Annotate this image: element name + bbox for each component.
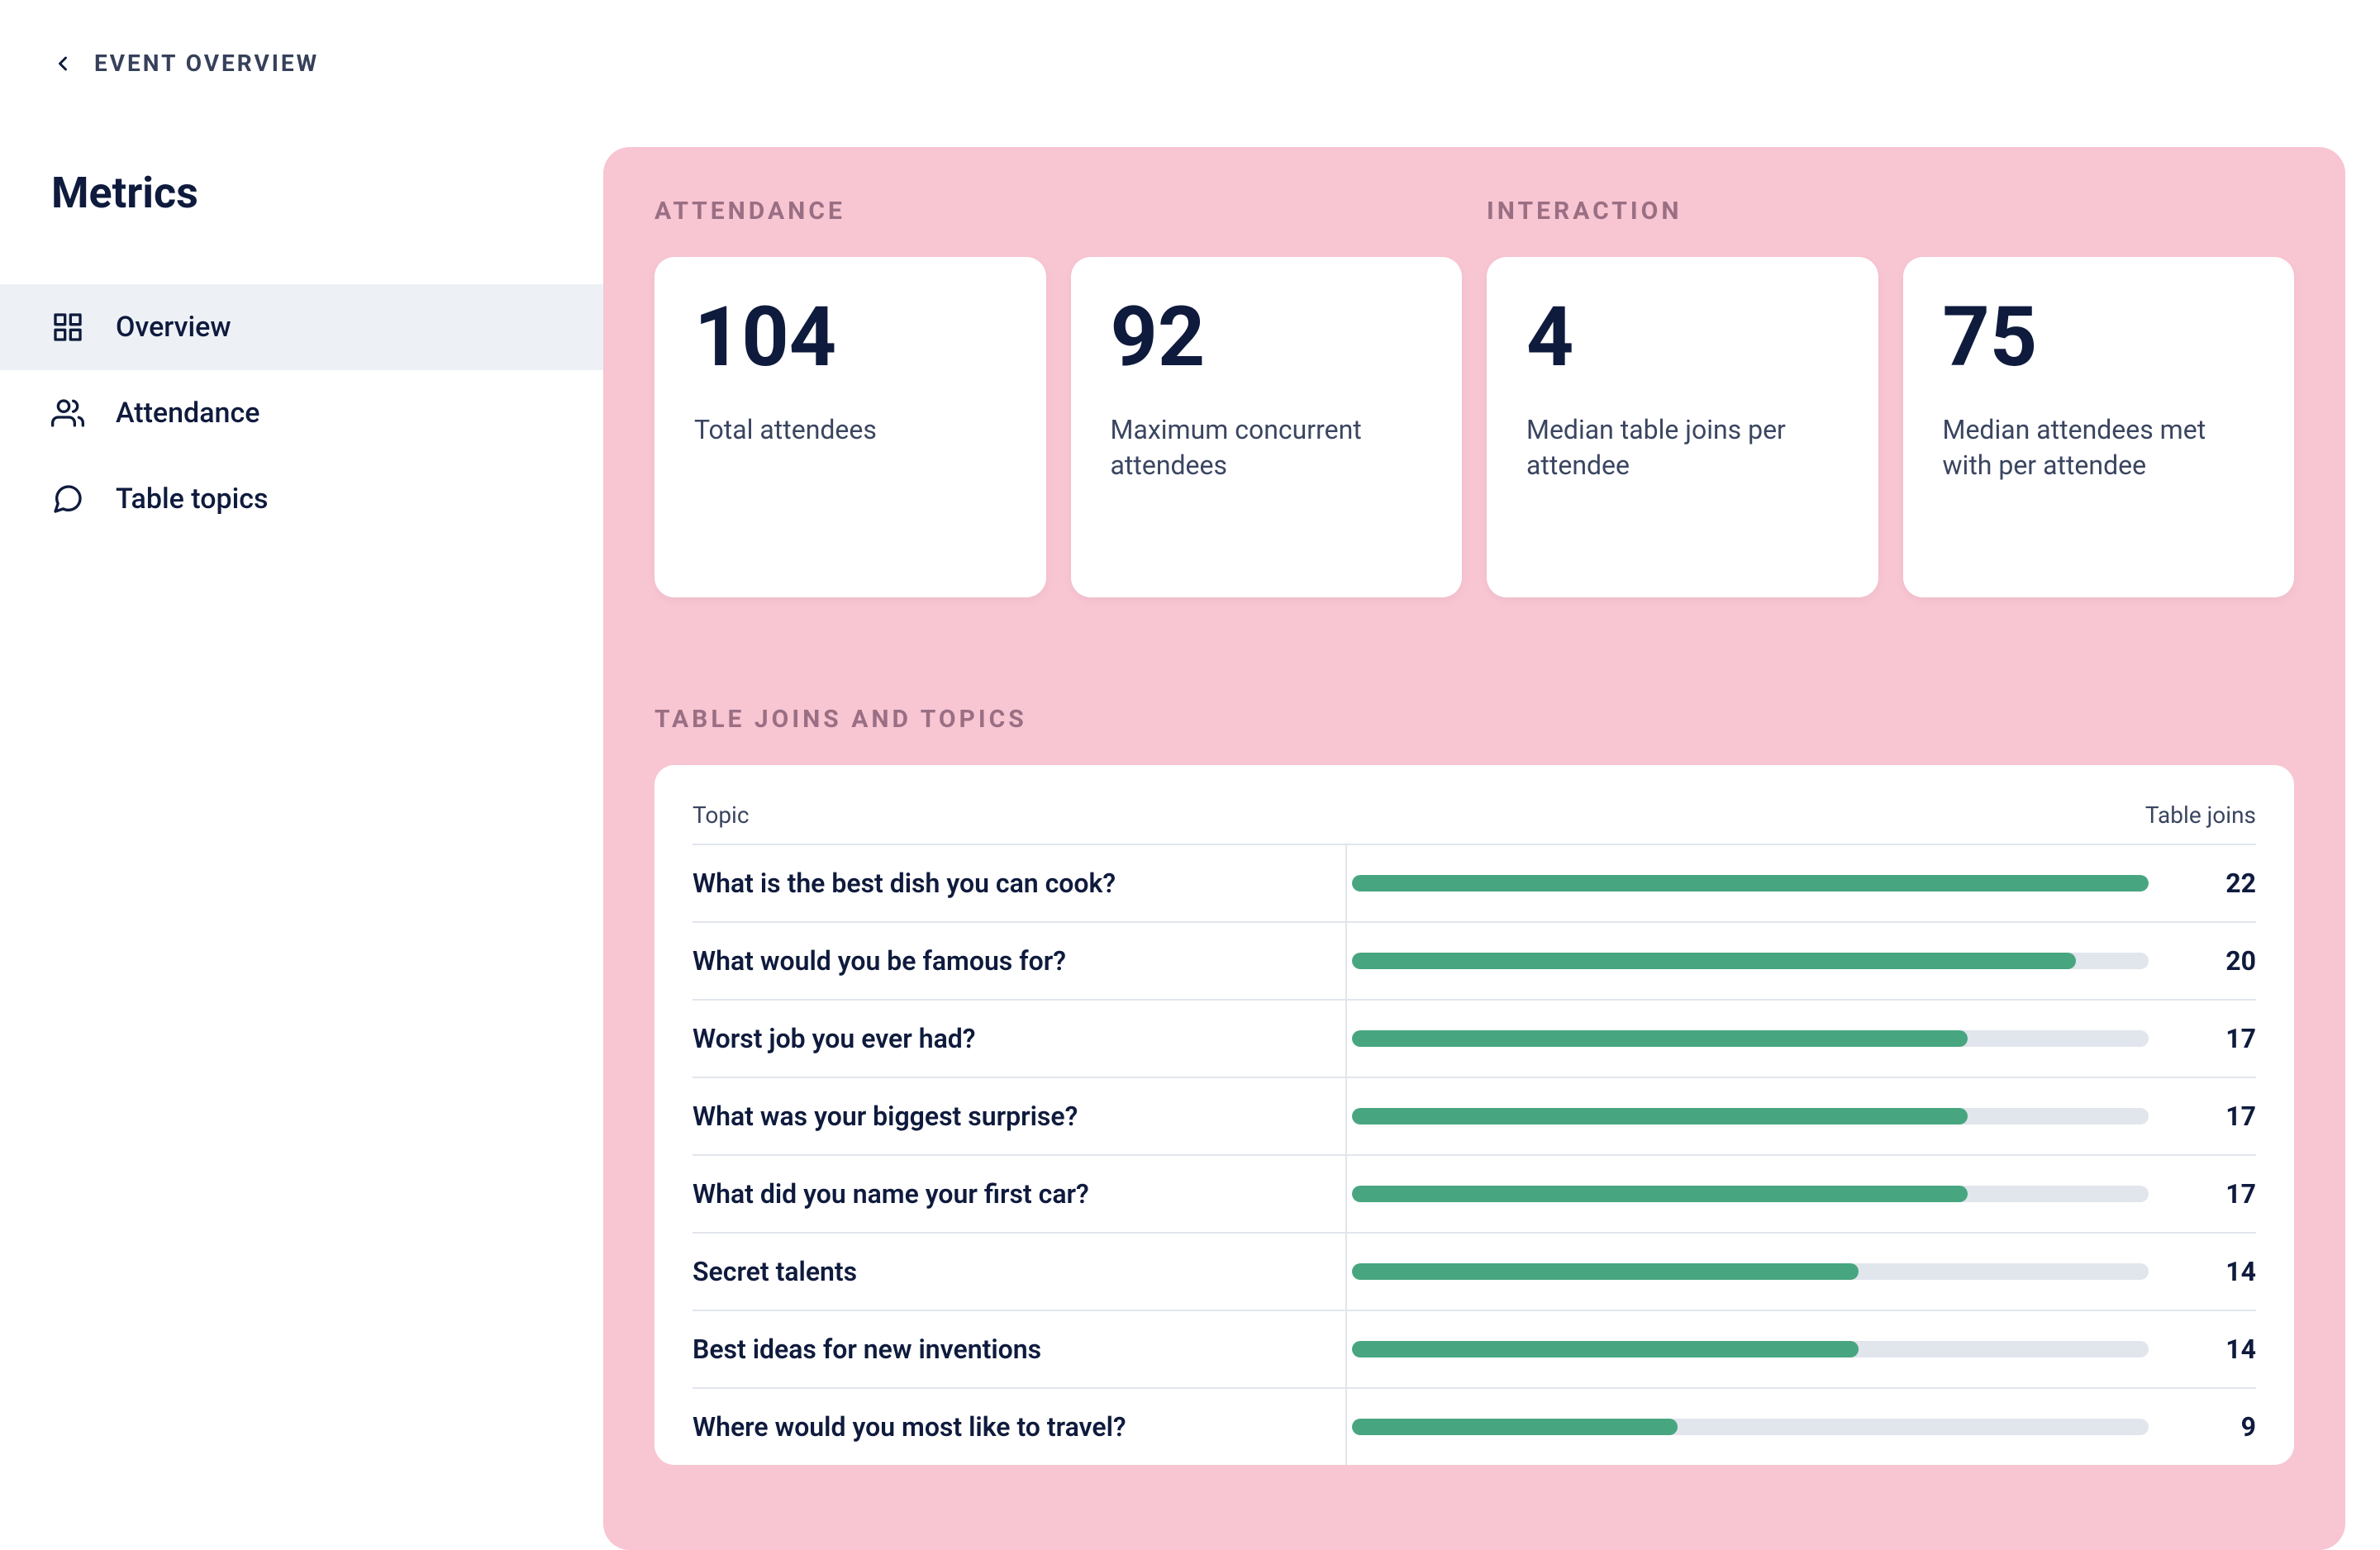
- chevron-left-icon: [51, 52, 74, 75]
- topic-count: 14: [2182, 1256, 2256, 1287]
- topic-bar-cell: 17: [1347, 1023, 2256, 1054]
- section-heading-interaction: INTERACTION: [1487, 197, 2294, 226]
- column-header-joins: Table joins: [1347, 801, 2256, 829]
- page-title: Metrics: [0, 168, 603, 218]
- bar-track: [1352, 1341, 2149, 1357]
- card-median-met: 75 Median attendees met with per attende…: [1903, 257, 2295, 597]
- table-row: What would you be famous for? 20: [693, 921, 2256, 999]
- bar-fill: [1352, 1263, 1859, 1280]
- people-icon: [51, 397, 84, 430]
- section-heading-attendance: ATTENDANCE: [654, 197, 1462, 226]
- bar-fill: [1352, 875, 2149, 891]
- section-heading-topics: TABLE JOINS AND TOPICS: [654, 705, 2294, 734]
- stat-value: 104: [694, 297, 1007, 379]
- column-header-topic: Topic: [693, 801, 1347, 829]
- topic-bar-cell: 17: [1347, 1101, 2256, 1132]
- bar-fill: [1352, 1341, 1859, 1357]
- topic-name: Secret talents: [693, 1234, 1347, 1310]
- sidebar: EVENT OVERVIEW Metrics Overview Attendan…: [0, 0, 603, 1550]
- bar-fill: [1352, 1186, 1968, 1202]
- topic-count: 9: [2182, 1411, 2256, 1443]
- stat-label: Maximum concurrent attendees: [1111, 412, 1423, 483]
- bar-fill: [1352, 1419, 1678, 1435]
- card-median-joins: 4 Median table joins per attendee: [1487, 257, 1878, 597]
- topics-table: Topic Table joins What is the best dish …: [654, 765, 2294, 1465]
- topic-bar-cell: 22: [1347, 868, 2256, 899]
- back-link[interactable]: EVENT OVERVIEW: [0, 50, 603, 77]
- stat-label: Total attendees: [694, 412, 1007, 448]
- topic-count: 20: [2182, 945, 2256, 977]
- sidebar-item-table-topics[interactable]: Table topics: [0, 456, 603, 542]
- topic-name: What is the best dish you can cook?: [693, 845, 1347, 921]
- sidebar-item-label: Overview: [116, 311, 231, 344]
- bar-track: [1352, 1263, 2149, 1280]
- table-row: Worst job you ever had? 17: [693, 999, 2256, 1077]
- card-max-concurrent: 92 Maximum concurrent attendees: [1071, 257, 1463, 597]
- sidebar-item-overview[interactable]: Overview: [0, 284, 603, 370]
- stat-value: 75: [1943, 297, 2255, 379]
- table-row: What was your biggest surprise? 17: [693, 1077, 2256, 1154]
- stat-value: 92: [1111, 297, 1423, 379]
- interaction-section: INTERACTION 4 Median table joins per att…: [1487, 197, 2294, 597]
- topic-count: 17: [2182, 1023, 2256, 1054]
- topic-count: 17: [2182, 1101, 2256, 1132]
- bar-track: [1352, 1419, 2149, 1435]
- bar-track: [1352, 953, 2149, 969]
- main-content: ATTENDANCE 104 Total attendees 92 Maximu…: [603, 0, 2380, 1550]
- bar-track: [1352, 1030, 2149, 1047]
- topic-name: What did you name your first car?: [693, 1156, 1347, 1232]
- sidebar-item-attendance[interactable]: Attendance: [0, 370, 603, 456]
- topic-name: Best ideas for new inventions: [693, 1311, 1347, 1387]
- attendance-section: ATTENDANCE 104 Total attendees 92 Maximu…: [654, 197, 1462, 597]
- metrics-panel: ATTENDANCE 104 Total attendees 92 Maximu…: [603, 147, 2345, 1550]
- topic-name: What would you be famous for?: [693, 923, 1347, 999]
- sidebar-item-label: Attendance: [116, 397, 259, 430]
- topics-section: TABLE JOINS AND TOPICS Topic Table joins…: [654, 705, 2294, 1465]
- topic-bar-cell: 14: [1347, 1334, 2256, 1365]
- topic-name: Worst job you ever had?: [693, 1001, 1347, 1077]
- bar-fill: [1352, 953, 2076, 969]
- bar-track: [1352, 875, 2149, 891]
- table-row: What is the best dish you can cook? 22: [693, 844, 2256, 921]
- topic-count: 14: [2182, 1334, 2256, 1365]
- topic-name: Where would you most like to travel?: [693, 1389, 1347, 1465]
- topic-bar-cell: 9: [1347, 1411, 2256, 1443]
- topic-bar-cell: 17: [1347, 1178, 2256, 1210]
- table-row: Best ideas for new inventions 14: [693, 1310, 2256, 1387]
- topic-bar-cell: 20: [1347, 945, 2256, 977]
- table-row: Secret talents 14: [693, 1232, 2256, 1310]
- chat-icon: [51, 483, 84, 516]
- topic-bar-cell: 14: [1347, 1256, 2256, 1287]
- card-total-attendees: 104 Total attendees: [654, 257, 1046, 597]
- bar-fill: [1352, 1108, 1968, 1124]
- table-row: What did you name your first car? 17: [693, 1154, 2256, 1232]
- topic-count: 17: [2182, 1178, 2256, 1210]
- bar-fill: [1352, 1030, 1968, 1047]
- bar-track: [1352, 1186, 2149, 1202]
- topics-table-header: Topic Table joins: [693, 801, 2256, 844]
- topic-name: What was your biggest surprise?: [693, 1078, 1347, 1154]
- sidebar-item-label: Table topics: [116, 483, 269, 516]
- back-link-label: EVENT OVERVIEW: [94, 50, 319, 77]
- table-row: Where would you most like to travel? 9: [693, 1387, 2256, 1465]
- topic-count: 22: [2182, 868, 2256, 899]
- stat-label: Median table joins per attendee: [1526, 412, 1839, 483]
- grid-icon: [51, 311, 84, 344]
- stat-label: Median attendees met with per attendee: [1943, 412, 2255, 483]
- stat-value: 4: [1526, 297, 1839, 379]
- bar-track: [1352, 1108, 2149, 1124]
